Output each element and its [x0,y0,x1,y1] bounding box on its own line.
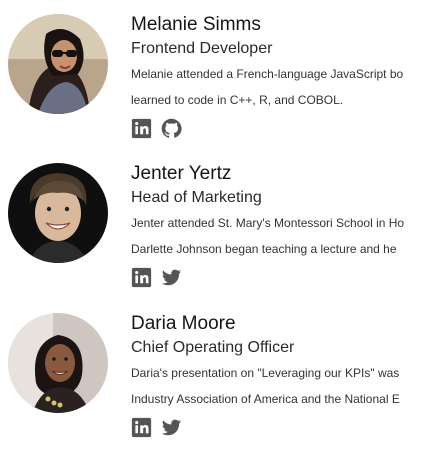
team-member: Melanie Simms Frontend Developer Melanie… [0,12,436,162]
linkedin-icon[interactable] [131,417,152,438]
linkedin-icon[interactable] [131,118,152,139]
social-links [131,118,182,140]
member-bio: Melanie attended a French-language JavaS… [131,67,404,81]
member-bio: Darlette Johnson began teaching a lectur… [131,242,397,256]
team-member: Jenter Yertz Head of Marketing Jenter at… [0,161,436,311]
avatar [8,163,108,263]
member-info: Melanie Simms Frontend Developer Melanie… [131,12,436,152]
member-title: Chief Operating Officer [131,339,295,356]
member-bio: Jenter attended St. Mary's Montessori Sc… [131,216,405,230]
member-info: Jenter Yertz Head of Marketing Jenter at… [131,161,436,301]
linkedin-icon[interactable] [131,267,152,288]
team-member: Daria Moore Chief Operating Officer Dari… [0,311,436,461]
member-title: Head of Marketing [131,189,262,206]
member-name: Daria Moore [131,313,236,334]
twitter-icon[interactable] [161,267,182,288]
avatar [8,313,108,413]
social-links [131,267,182,289]
member-name: Jenter Yertz [131,163,232,184]
member-info: Daria Moore Chief Operating Officer Dari… [131,311,436,451]
member-bio: Daria's presentation on "Leveraging our … [131,366,400,380]
twitter-icon[interactable] [161,417,182,438]
member-name: Melanie Simms [131,14,261,35]
member-bio: Industry Association of America and the … [131,392,400,406]
team-list: Melanie Simms Frontend Developer Melanie… [0,0,436,452]
github-icon[interactable] [161,118,182,139]
member-bio: learned to code in C++, R, and COBOL. [131,93,344,107]
avatar [8,14,108,114]
social-links [131,417,182,439]
member-title: Frontend Developer [131,40,273,57]
